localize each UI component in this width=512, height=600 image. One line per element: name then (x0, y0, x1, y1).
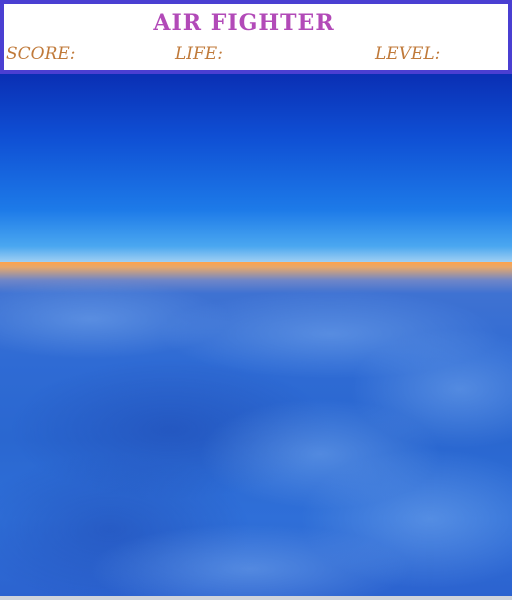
game-title: AIR FIGHTER (153, 10, 335, 36)
level-label: LEVEL: (375, 44, 441, 64)
bottom-edge (0, 596, 512, 600)
game-screen: AIR FIGHTER SCORE: LIFE: LEVEL: (0, 0, 512, 600)
game-playfield[interactable] (0, 74, 512, 596)
score-label: SCORE: (6, 44, 76, 64)
hud-panel: AIR FIGHTER SCORE: LIFE: LEVEL: (0, 0, 512, 74)
life-label: LIFE: (175, 44, 223, 64)
cloud-layer (0, 279, 512, 596)
